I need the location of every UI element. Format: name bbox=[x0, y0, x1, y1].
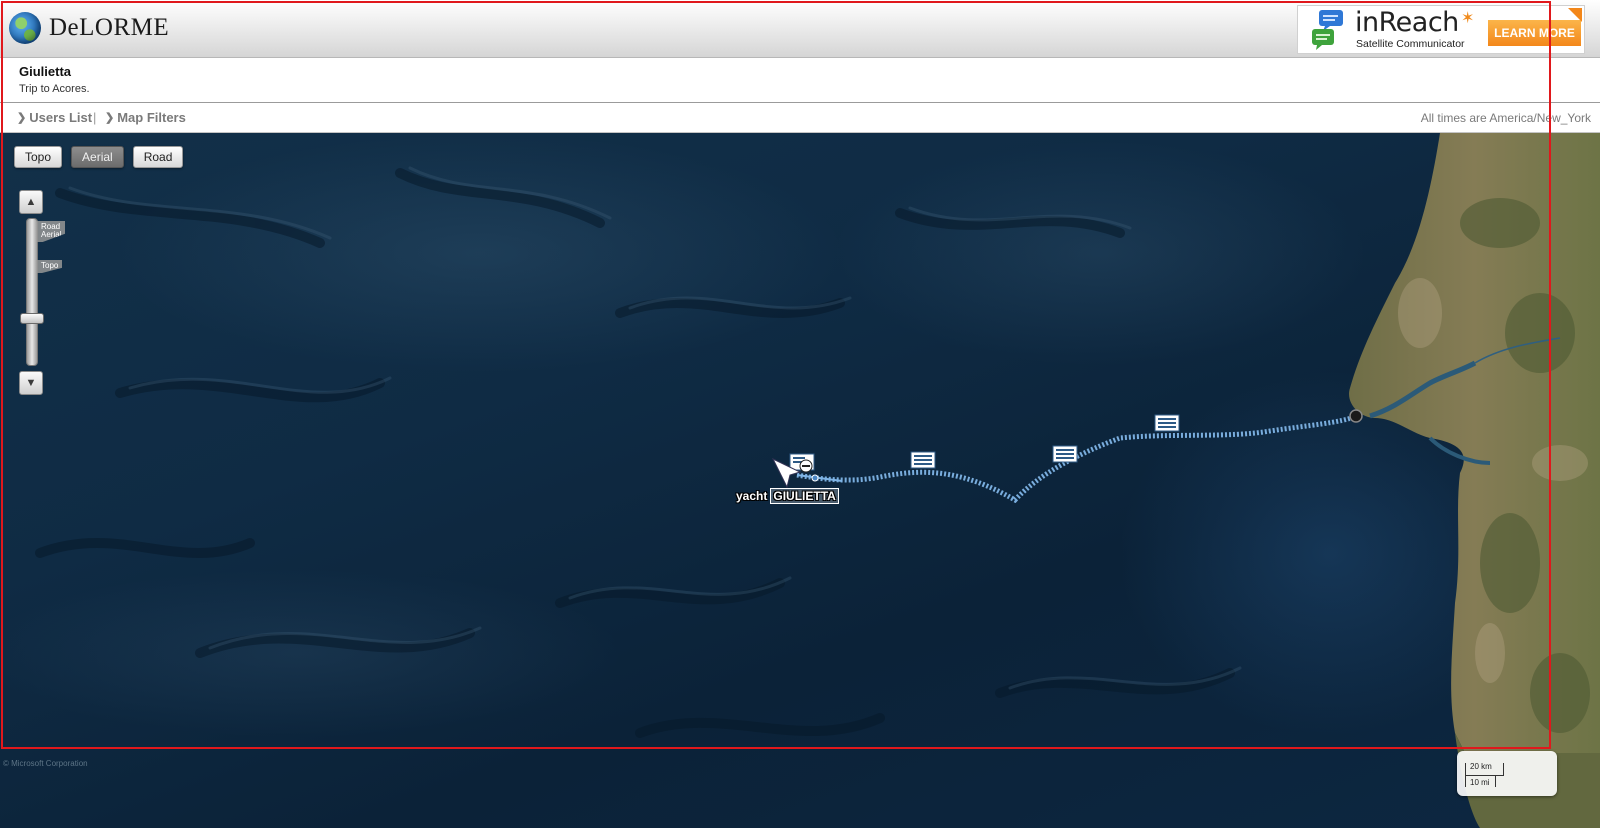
logo-text: DeLORME bbox=[49, 14, 170, 41]
zoom-level-tag-topo: Topo bbox=[37, 260, 63, 273]
ad-subtitle: Satellite Communicator bbox=[1356, 38, 1465, 50]
user-name: Giulietta bbox=[19, 64, 72, 79]
spark-icon: ✶ bbox=[1461, 10, 1475, 27]
delorme-logo[interactable]: DeLORME bbox=[9, 12, 169, 44]
zoom-out-button[interactable]: ▼ bbox=[19, 371, 43, 395]
title-bar: Giulietta Trip to Acores. bbox=[0, 58, 1600, 103]
chat-bubbles-icon bbox=[1312, 10, 1343, 50]
zoom-slider-track[interactable] bbox=[26, 218, 38, 366]
zoom-control: ▲ Road Aerial Topo ▼ bbox=[18, 190, 78, 400]
map-type-aerial-button[interactable]: Aerial bbox=[71, 146, 124, 168]
track-overlay bbox=[771, 409, 1363, 504]
users-list-link[interactable]: ❯ Users List bbox=[17, 110, 92, 125]
vessel-prefix: yacht bbox=[736, 489, 768, 503]
ad-title: inReach bbox=[1355, 7, 1459, 38]
vessel-name: GIULIETTA bbox=[770, 488, 839, 504]
users-list-label: Users List bbox=[29, 110, 93, 125]
map-type-road-button[interactable]: Road bbox=[132, 146, 184, 168]
vessel-label[interactable]: yacht GIULIETTA bbox=[736, 488, 839, 504]
header: DeLORME inReach ✶ Satellite Communicator… bbox=[0, 0, 1600, 58]
globe-icon bbox=[9, 12, 41, 44]
timezone-note: All times are America/New_York bbox=[1420, 111, 1591, 125]
scale-bar: 20 km 10 mi bbox=[1457, 751, 1557, 796]
zoom-slider-handle[interactable] bbox=[20, 313, 44, 324]
scale-mi-label: 10 mi bbox=[1470, 778, 1490, 787]
map-filters-label: Map Filters bbox=[117, 110, 186, 125]
map-filters-link[interactable]: ❯ Map Filters bbox=[105, 110, 186, 125]
map-type-topo-button[interactable]: Topo bbox=[14, 146, 63, 168]
inreach-ad-banner[interactable]: inReach ✶ Satellite Communicator LEARN M… bbox=[1297, 5, 1585, 54]
message-marker bbox=[789, 414, 1180, 471]
map-copyright: © Microsoft Corporation bbox=[3, 759, 88, 768]
nav-separator: | bbox=[93, 110, 97, 125]
chevron-right-icon: ❯ bbox=[105, 112, 115, 124]
arrow-up-icon: ▲ bbox=[25, 196, 37, 208]
arrow-down-icon: ▼ bbox=[25, 377, 37, 389]
chevron-right-icon: ❯ bbox=[17, 112, 27, 124]
map-canvas[interactable]: Topo Aerial Road ▲ Road Aerial Topo ▼ ya… bbox=[0, 133, 1600, 828]
zoom-in-button[interactable]: ▲ bbox=[19, 190, 43, 214]
map-type-toggle: Topo Aerial Road bbox=[14, 146, 184, 168]
ad-corner-flag bbox=[1568, 8, 1582, 22]
scale-km-label: 20 km bbox=[1470, 762, 1492, 771]
learn-more-button[interactable]: LEARN MORE bbox=[1488, 20, 1581, 46]
page: DeLORME inReach ✶ Satellite Communicator… bbox=[0, 0, 1600, 828]
trip-name: Trip to Acores. bbox=[19, 83, 90, 95]
nav-bar: ❯ Users List | ❯ Map Filters All times a… bbox=[0, 103, 1600, 133]
zoom-level-tag-road-aerial: Road Aerial bbox=[37, 221, 66, 242]
